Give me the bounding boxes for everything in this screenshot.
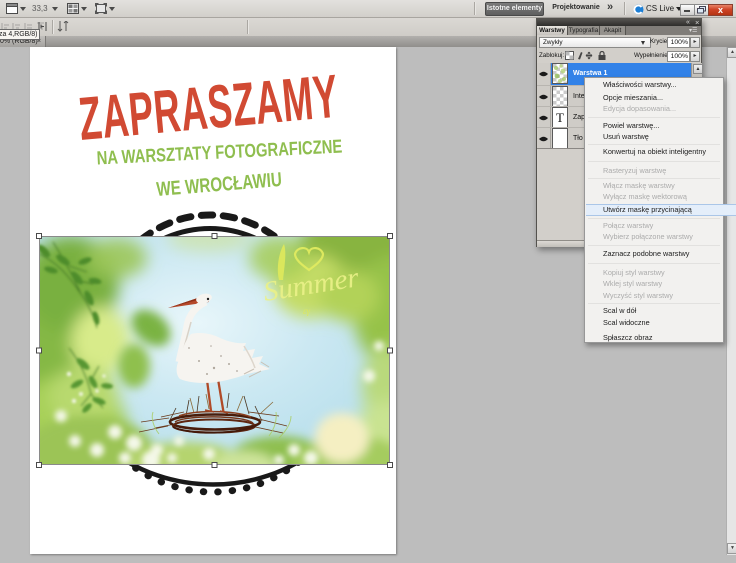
svg-text:εγ: εγ: [303, 306, 311, 316]
